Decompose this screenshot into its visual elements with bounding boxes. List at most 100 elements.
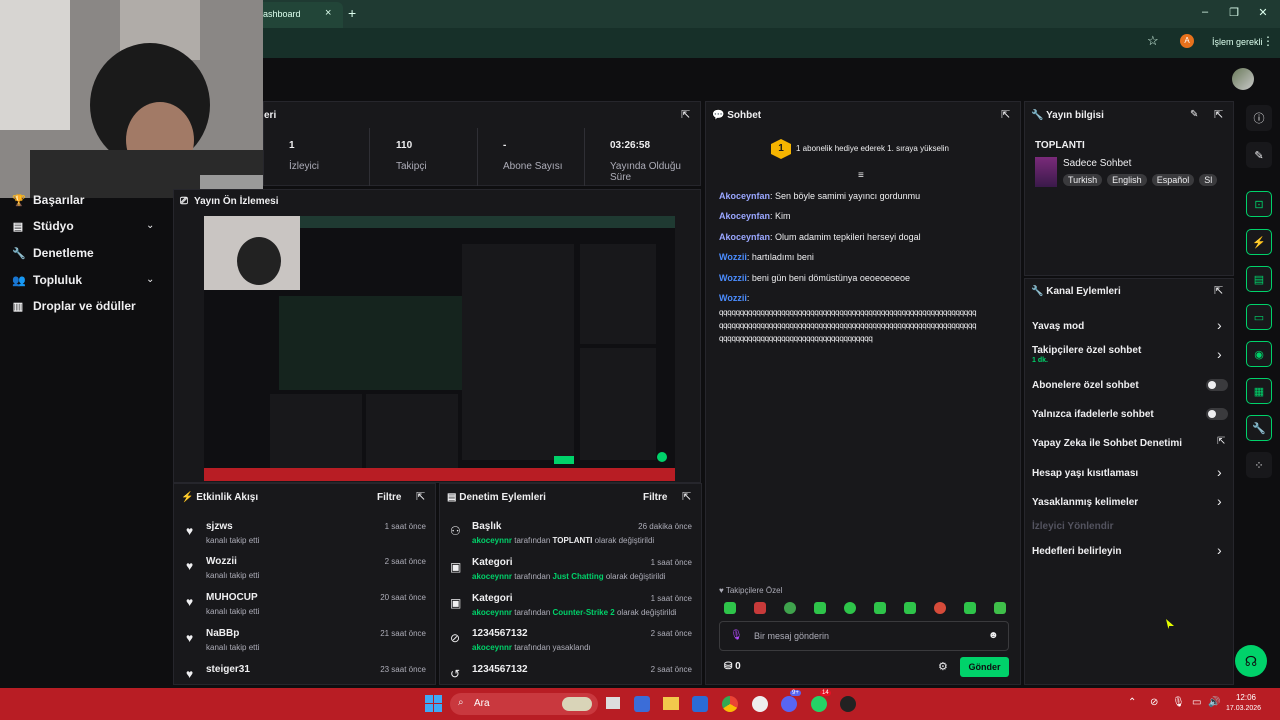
emote-icon[interactable] [904, 602, 916, 614]
emote-icon[interactable] [994, 602, 1006, 614]
activity-user[interactable]: sjzws [206, 521, 233, 532]
tag[interactable]: English [1107, 174, 1147, 186]
broadcast-icon[interactable]: ◉ [1246, 341, 1272, 367]
heart-icon: ♥ [186, 524, 194, 538]
category-name[interactable]: Sadece Sohbet [1063, 158, 1131, 169]
close-window-button[interactable]: ✕ [1253, 6, 1273, 22]
popout-icon[interactable]: ⇱ [1214, 284, 1223, 297]
popout-icon[interactable]: ⇱ [682, 490, 691, 503]
chat-input[interactable]: 🎙 Bir mesaj gönderin ☻ [719, 621, 1009, 651]
tray-chevron-icon[interactable]: ⌃ [1128, 697, 1136, 708]
followers-only-item[interactable]: Takipçilere özel sohbet [1032, 345, 1141, 356]
minimize-button[interactable]: – [1195, 6, 1215, 22]
display-icon[interactable]: ▭ [1192, 697, 1201, 708]
nav-drops[interactable]: ▥ Droplar ve ödüller [12, 297, 136, 315]
widgets-icon[interactable] [634, 696, 650, 712]
chevron-right-icon[interactable]: › [1217, 317, 1222, 333]
emote-icon[interactable] [754, 602, 766, 614]
taskbar-clock[interactable]: 12:06 [1230, 693, 1262, 702]
browser-menu-icon[interactable]: ⋮ [1262, 34, 1274, 48]
info-icon[interactable]: ⓘ [1246, 105, 1272, 131]
emote-icon[interactable] [934, 602, 946, 614]
pinned-icon[interactable]: ≡ [858, 170, 864, 181]
nav-moderation[interactable]: 🔧 Denetleme [12, 244, 94, 262]
activity-user[interactable]: Wozzii [206, 556, 237, 567]
chevron-right-icon[interactable]: › [1217, 493, 1222, 509]
profile-avatar[interactable]: A [1180, 34, 1194, 48]
support-headset-icon[interactable]: ☊ [1235, 645, 1267, 677]
microphone-icon[interactable]: 🎙 [730, 630, 743, 641]
chevron-right-icon[interactable]: › [1217, 464, 1222, 480]
activity-user[interactable]: steiger31 [206, 664, 250, 675]
emote-icon[interactable] [784, 602, 796, 614]
chevron-right-icon[interactable]: › [1217, 542, 1222, 558]
file-explorer-icon[interactable] [663, 697, 679, 710]
user-avatar[interactable] [1232, 68, 1254, 90]
whatsapp-icon[interactable] [811, 696, 827, 712]
activity-user[interactable]: MUHOCUP [206, 592, 258, 603]
tag[interactable]: Español [1151, 174, 1195, 186]
channel-points[interactable]: ⛁ 0 [724, 661, 741, 672]
activity-filter-button[interactable]: Filtre [377, 492, 401, 503]
popout-icon[interactable]: ⇱ [1214, 108, 1223, 121]
banned-words-item[interactable]: Yasaklanmış kelimeler [1032, 497, 1138, 508]
emote-icon[interactable] [724, 602, 736, 614]
edit-icon[interactable]: ✎ [1190, 109, 1198, 120]
taskbar-date[interactable]: 17.03.2026 [1226, 705, 1261, 712]
chat-settings-icon[interactable]: ⚙ [938, 660, 948, 673]
account-age-item[interactable]: Hesap yaşı kısıtlaması [1032, 468, 1138, 479]
taskbar-search[interactable]: ⌕ Ara [450, 693, 598, 715]
chat-bubble-icon[interactable]: ▭ [1246, 304, 1272, 330]
emote-only-toggle[interactable] [1206, 408, 1228, 420]
tag[interactable]: Sl [1199, 174, 1218, 186]
tag[interactable]: Turkish [1063, 174, 1103, 186]
network-off-icon[interactable]: ⊘ [1150, 697, 1158, 708]
popout-icon[interactable]: ⇱ [681, 108, 690, 121]
clip-icon[interactable]: ⊡ [1246, 191, 1272, 217]
chrome-icon[interactable] [722, 696, 738, 712]
layout-icon[interactable]: ▦ [1246, 378, 1272, 404]
bookmark-star-icon[interactable]: ☆ [1147, 33, 1159, 49]
nav-studio[interactable]: ▤ Stüdyo [12, 217, 74, 235]
app-icon[interactable] [840, 696, 856, 712]
chevron-down-icon[interactable]: ⌄ [146, 220, 154, 231]
maximize-button[interactable]: ❐ [1224, 6, 1244, 22]
emote-icon[interactable] [814, 602, 826, 614]
emote-icon[interactable] [844, 602, 856, 614]
microphone-icon[interactable]: 🎙 [1172, 697, 1185, 708]
bolt-icon[interactable]: ⚡ [1246, 229, 1272, 255]
set-goals-item[interactable]: Hedefleri belirleyin [1032, 546, 1121, 557]
task-view-icon[interactable] [606, 697, 620, 709]
ai-moderation-item[interactable]: Yapay Zeka ile Sohbet Denetimi [1032, 438, 1182, 449]
steam-icon[interactable] [752, 696, 768, 712]
wrench-icon[interactable]: 🔧 [1246, 415, 1272, 441]
new-tab-button[interactable]: + [348, 5, 356, 21]
emote-icon[interactable] [874, 602, 886, 614]
mod-action-time: 1 saat önce [650, 594, 692, 603]
document-icon: ▤ [447, 492, 457, 503]
document-icon[interactable]: ▤ [1246, 266, 1272, 292]
apps-icon[interactable]: ⁘ [1246, 452, 1272, 478]
popout-icon[interactable]: ⇱ [416, 490, 425, 503]
nav-community[interactable]: 👥 Topluluk [12, 271, 82, 289]
chevron-down-icon[interactable]: ⌄ [146, 274, 154, 285]
slow-mode-item[interactable]: Yavaş mod [1032, 321, 1084, 332]
action-required-label[interactable]: İşlem gerekli [1212, 37, 1263, 47]
emoji-icon[interactable]: ☻ [988, 630, 999, 641]
emote-icon[interactable] [964, 602, 976, 614]
nav-achievements[interactable]: 🏆 Başarılar [12, 191, 84, 209]
tab-close-icon[interactable]: × [325, 7, 331, 19]
send-button[interactable]: Gönder [960, 657, 1009, 677]
edit-icon[interactable]: ✎ [1246, 142, 1272, 168]
activity-user[interactable]: NaBBp [206, 628, 239, 639]
windows-start-icon[interactable] [425, 695, 442, 712]
external-link-icon[interactable]: ⇱ [1217, 436, 1225, 447]
subscribers-only-toggle[interactable] [1206, 379, 1228, 391]
discord-icon[interactable] [781, 696, 797, 712]
moderation-filter-button[interactable]: Filtre [643, 492, 667, 503]
store-icon[interactable] [692, 696, 708, 712]
popout-icon[interactable]: ⇱ [1001, 108, 1010, 121]
volume-icon[interactable]: 🔊 [1208, 697, 1220, 708]
chevron-right-icon[interactable]: › [1217, 346, 1222, 362]
stream-preview-video[interactable] [204, 216, 675, 481]
